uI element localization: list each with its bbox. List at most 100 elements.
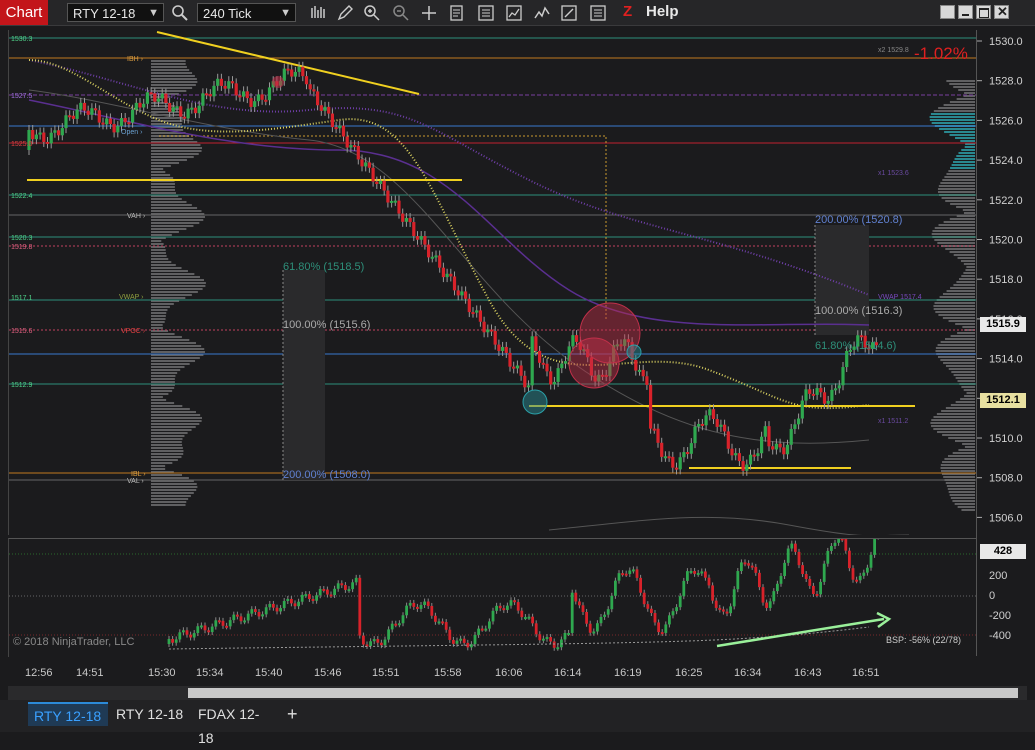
- add-tab-button[interactable]: +: [281, 702, 305, 726]
- volume-bar: [963, 389, 975, 391]
- large-trade-marker[interactable]: [626, 344, 642, 360]
- delta-bar: [232, 614, 236, 621]
- volume-bar: [151, 420, 202, 422]
- drawing-tools-icon[interactable]: [560, 4, 578, 22]
- indicators-icon[interactable]: [505, 4, 523, 22]
- large-trade-marker[interactable]: [272, 76, 284, 88]
- volume-profile-left: [151, 60, 206, 506]
- volume-bar: [151, 162, 180, 164]
- candle-body: [819, 388, 823, 393]
- candle-body: [649, 384, 653, 429]
- volume-bar: [151, 138, 194, 140]
- volume-bar: [964, 146, 975, 148]
- last-price-tag: 1515.9: [980, 317, 1026, 332]
- level-label: VPOC ›: [121, 328, 146, 335]
- delta-bar: [462, 638, 466, 643]
- volume-bar: [955, 377, 975, 379]
- delta-bar: [412, 602, 416, 607]
- level-label: 1525.0: [11, 141, 33, 148]
- delta-bar: [336, 583, 340, 589]
- delta-bar: [394, 623, 398, 626]
- volume-bar: [950, 203, 975, 205]
- price-axis[interactable]: 1530.0 1528.0 1526.0 1524.0 1522.0 1520.0 1518…: [976, 30, 1035, 656]
- pencil-icon[interactable]: [336, 4, 354, 22]
- bar-style-icon[interactable]: [309, 4, 327, 22]
- delta-bar: [765, 602, 768, 608]
- y-tick-label: 1506.0: [989, 512, 1023, 524]
- delta-bar: [718, 607, 722, 610]
- interval-selector[interactable]: 240 Tick ▼: [197, 3, 296, 22]
- volume-bar: [943, 221, 975, 223]
- y-tick-label: 1520.0: [989, 235, 1023, 247]
- price-panel[interactable]: 1530.3 IBH › 1527.5 Open › 1525.0 1522.4 VAH ›…: [8, 30, 976, 537]
- trendline[interactable]: [156, 31, 420, 95]
- minimize-icon[interactable]: [958, 5, 973, 19]
- delta-bar: [221, 620, 225, 626]
- candle-body: [745, 464, 749, 471]
- delta-bar: [376, 639, 380, 643]
- delta-bar: [657, 622, 660, 633]
- volume-bar: [959, 278, 975, 280]
- large-trade-marker[interactable]: [568, 337, 620, 389]
- indicator-panel[interactable]: © 2018 NinjaTrader, LLC BSP: -56% (22/78…: [8, 521, 976, 657]
- candle-body: [175, 106, 179, 109]
- tab-rty-active[interactable]: RTY 12-18: [28, 702, 108, 726]
- delta-bar: [520, 610, 524, 618]
- data-box-icon[interactable]: [448, 4, 466, 22]
- candle-body: [778, 443, 782, 448]
- large-trade-marker[interactable]: [522, 389, 548, 415]
- scroll-thumb[interactable]: [188, 688, 1018, 698]
- delta-bar: [531, 616, 534, 624]
- level-label: 1522.4: [11, 193, 33, 200]
- candle-body: [330, 113, 334, 128]
- close-icon[interactable]: ✕: [994, 4, 1009, 19]
- volume-bar: [151, 273, 195, 275]
- candle-body: [234, 83, 238, 96]
- maximize-icon[interactable]: [976, 5, 991, 19]
- tab-bar: RTY 12-18 RTY 12-18 FDAX 12-18 +: [0, 700, 1035, 746]
- candle-body: [116, 126, 120, 133]
- x-tick-label: 16:14: [554, 667, 582, 679]
- volume-bar: [151, 498, 189, 500]
- price-chart[interactable]: 1530.3 IBH › 1527.5 Open › 1525.0 1522.4 VAH ›…: [9, 30, 976, 537]
- properties-icon[interactable]: [477, 4, 495, 22]
- delta-bar: [347, 589, 351, 592]
- delta-bar: [311, 598, 315, 601]
- zoom-in-icon[interactable]: [363, 4, 381, 22]
- candle-body: [686, 452, 690, 455]
- candle-body: [489, 329, 494, 332]
- help-menu[interactable]: Help: [646, 3, 679, 20]
- crosshair-icon[interactable]: [420, 4, 438, 22]
- instrument-selector[interactable]: RTY 12-18 ▼: [67, 3, 164, 22]
- delta-bar: [286, 598, 290, 601]
- y-tick-label: 1528.0: [989, 76, 1023, 88]
- list-icon[interactable]: [589, 4, 607, 22]
- volume-bar: [949, 494, 975, 496]
- candle-body: [438, 255, 442, 268]
- volume-bar: [151, 87, 193, 89]
- z-icon[interactable]: Z: [623, 3, 632, 20]
- candle-body: [49, 132, 53, 144]
- volume-bar: [942, 293, 975, 295]
- volume-bar: [151, 75, 195, 77]
- volume-bar: [950, 404, 975, 406]
- volume-bar: [151, 153, 199, 155]
- delta-bar: [686, 571, 689, 581]
- volume-bar: [151, 297, 186, 299]
- delta-bar: [275, 607, 279, 612]
- candle-body: [186, 108, 190, 119]
- chart-title-tab[interactable]: Chart: [0, 0, 48, 25]
- candle-body: [497, 344, 501, 351]
- restore-icon[interactable]: [940, 5, 955, 19]
- volume-bar: [151, 177, 174, 179]
- strategies-icon[interactable]: [533, 4, 551, 22]
- volume-bar: [151, 210, 202, 212]
- volume-bar: [965, 269, 975, 271]
- zoom-out-icon[interactable]: [392, 4, 410, 22]
- delta-indicator[interactable]: © 2018 NinjaTrader, LLC BSP: -56% (22/78…: [9, 521, 976, 657]
- candle-body: [697, 423, 701, 427]
- horizontal-scrollbar[interactable]: [8, 686, 1027, 700]
- tab-rty[interactable]: RTY 12-18: [110, 702, 190, 726]
- search-icon[interactable]: [171, 4, 189, 22]
- tab-fdax[interactable]: FDAX 12-18: [192, 702, 278, 746]
